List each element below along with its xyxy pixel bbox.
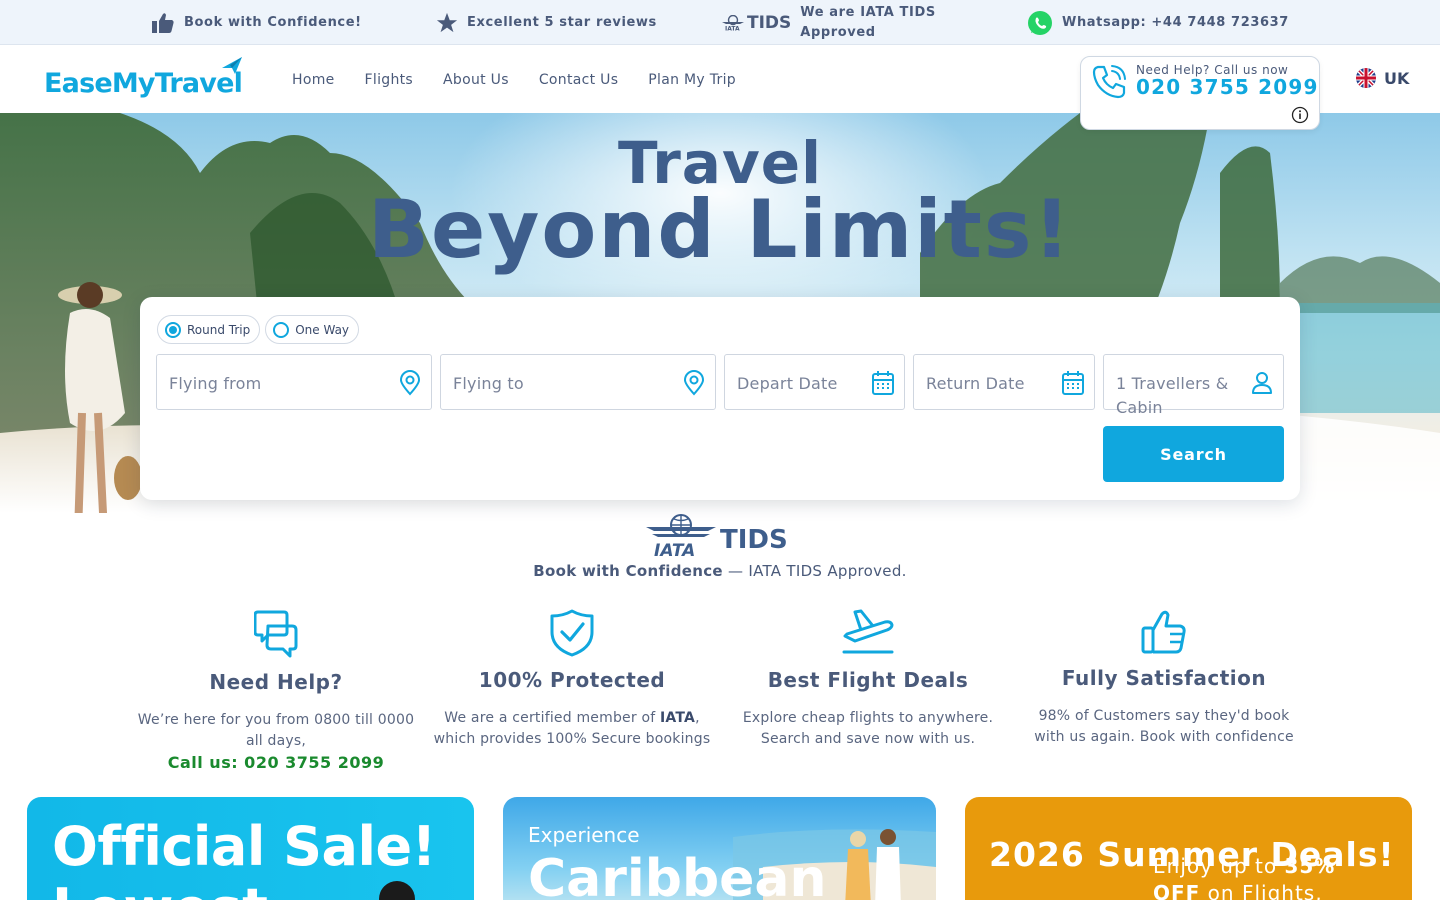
thumbs-up-icon — [152, 12, 174, 33]
feature-satisfaction: Fully Satisfaction 98% of Customers say … — [1024, 608, 1304, 748]
promo-1-subtitle: Lowest — [52, 877, 268, 900]
promo-summer-deals[interactable]: 2026 Summer Deals! Enjoy up to 35% OFF o… — [965, 797, 1412, 900]
tids-badge: IATA TIDS We are IATA TIDS Approved — [722, 0, 936, 45]
help-phone-number[interactable]: 020 3755 2099 — [1136, 75, 1319, 99]
round-trip-radio[interactable]: Round Trip — [157, 315, 261, 344]
user-icon — [1252, 372, 1272, 394]
help-call-box[interactable]: Need Help? Call us now 020 3755 2099 — [1080, 56, 1320, 130]
whatsapp-link[interactable]: Whatsapp: +44 7448 723637 — [1027, 0, 1289, 45]
tids-mini-logo: IATA TIDS — [722, 13, 791, 33]
shield-check-icon — [550, 609, 594, 657]
flying-from-input[interactable]: Flying from — [156, 354, 432, 410]
iata-logo-text: IATA — [654, 541, 695, 558]
region-label: UK — [1384, 68, 1410, 88]
nav-about-us[interactable]: About Us — [443, 72, 509, 88]
feature-text: We are a certified member of IATA, which… — [432, 708, 712, 750]
feature-call-number[interactable]: Call us: 020 3755 2099 — [136, 753, 416, 772]
star-icon — [436, 12, 458, 32]
tids-line-2: Approved — [800, 24, 876, 40]
phone-icon — [1092, 65, 1126, 99]
site-header: EaseMyTravel Home Flights About Us Conta… — [0, 46, 1440, 130]
travellers-cabin-input[interactable]: 1 Travellers & Cabin — [1103, 354, 1284, 417]
confidence-badge: Book with Confidence! — [151, 0, 362, 45]
svg-text:IATA: IATA — [725, 25, 740, 31]
trip-type-selector: Round Trip One Way — [157, 315, 360, 344]
location-pin-icon — [683, 370, 705, 396]
logo[interactable]: EaseMyTravel — [44, 56, 244, 108]
feature-protected: 100% Protected We are a certified member… — [432, 608, 712, 750]
feature-title: Need Help? — [209, 670, 343, 694]
promo-caribbean[interactable]: Experience Caribbean — [503, 797, 936, 900]
feature-flight-deals: Best Flight Deals Explore cheap flights … — [728, 608, 1008, 750]
tids-logo-text: TIDS — [720, 525, 788, 555]
radio-unselected-icon — [273, 321, 290, 338]
tids-caption: Book with Confidence — IATA TIDS Approve… — [0, 562, 1440, 580]
reviews-badge: Excellent 5 star reviews — [436, 0, 657, 45]
search-button[interactable]: Search — [1103, 426, 1284, 482]
depart-date-placeholder: Depart Date — [737, 374, 838, 393]
tids-line-1: We are IATA TIDS — [800, 4, 936, 20]
flying-from-placeholder: Flying from — [169, 374, 262, 393]
one-way-radio[interactable]: One Way — [265, 315, 360, 344]
top-info-bar: Book with Confidence! Excellent 5 star r… — [0, 0, 1440, 45]
hero-title-line-2: Beyond Limits! — [368, 183, 1072, 276]
logo-text: EaseMyTravel — [44, 68, 243, 99]
thumbs-up-icon — [1141, 610, 1186, 654]
nav-home[interactable]: Home — [292, 72, 335, 88]
reviews-text: Excellent 5 star reviews — [467, 15, 657, 30]
chat-bubbles-icon — [254, 610, 298, 658]
uk-flag-icon — [1356, 68, 1376, 88]
logo-plane-icon — [222, 57, 242, 74]
depart-date-input[interactable]: Depart Date — [724, 354, 905, 410]
whatsapp-icon — [1028, 10, 1052, 35]
feature-need-help: Need Help? We’re here for you from 0800 … — [136, 608, 416, 772]
feature-text: 98% of Customers say they'd book with us… — [1034, 708, 1294, 745]
feature-text-bold: IATA — [660, 710, 696, 726]
promo-3-offer-rest: on Flights, — [1200, 881, 1323, 900]
promo-3-offer: Enjoy up to 35% OFF on Flights, — [1153, 853, 1335, 900]
travellers-cabin-value: 1 Travellers & Cabin — [1116, 374, 1229, 417]
promo-3-offer-value: 35% — [1284, 854, 1336, 878]
nav-flights[interactable]: Flights — [365, 72, 413, 88]
calendar-icon — [872, 371, 894, 395]
round-trip-label: Round Trip — [187, 322, 251, 337]
flight-search-form: Round Trip One Way Flying from Flying to… — [140, 297, 1300, 500]
one-way-label: One Way — [295, 322, 350, 337]
iata-globe-icon: IATA — [722, 14, 744, 31]
feature-text: Explore cheap flights to anywhere. Searc… — [742, 710, 994, 747]
promo-official-sale[interactable]: Official Sale! Lowest — [27, 797, 474, 900]
radio-selected-icon — [165, 321, 181, 338]
plane-takeoff-icon — [842, 609, 894, 654]
promo-2-title: Caribbean — [528, 849, 827, 900]
location-pin-icon — [399, 370, 421, 396]
promo-3-offer-off: OFF — [1153, 881, 1201, 900]
main-nav: Home Flights About Us Contact Us Plan My… — [292, 46, 736, 113]
calendar-icon — [1062, 371, 1084, 395]
confidence-text: Book with Confidence! — [184, 15, 362, 30]
tids-approved-text: We are IATA TIDS Approved — [800, 3, 936, 43]
promo-1-title: Official Sale! — [52, 815, 436, 878]
tids-caption-rest: — IATA TIDS Approved. — [722, 562, 907, 580]
iata-tids-logo: IATA TIDS — [646, 514, 788, 558]
promo-2-kicker: Experience — [528, 823, 640, 847]
nav-contact-us[interactable]: Contact Us — [539, 72, 618, 88]
flying-to-placeholder: Flying to — [453, 374, 524, 393]
feature-title: Fully Satisfaction — [1061, 666, 1267, 690]
return-date-input[interactable]: Return Date — [913, 354, 1095, 410]
promo-person-image — [379, 881, 415, 900]
feature-text-part: We are a certified member of — [444, 710, 661, 726]
flying-to-input[interactable]: Flying to — [440, 354, 716, 410]
tids-mini-text: TIDS — [747, 12, 792, 33]
nav-plan-my-trip[interactable]: Plan My Trip — [648, 72, 736, 88]
feature-title: Best Flight Deals — [767, 668, 969, 692]
region-selector[interactable]: UK — [1356, 68, 1409, 88]
return-date-placeholder: Return Date — [926, 374, 1025, 393]
feature-title: 100% Protected — [478, 668, 666, 692]
info-icon[interactable] — [1291, 106, 1309, 124]
tids-caption-bold: Book with Confidence — [533, 562, 723, 580]
promo-3-offer-prefix: Enjoy up to — [1153, 854, 1285, 878]
feature-text: We’re here for you from 0800 till 0000 a… — [137, 712, 415, 749]
whatsapp-text: Whatsapp: +44 7448 723637 — [1062, 15, 1289, 30]
